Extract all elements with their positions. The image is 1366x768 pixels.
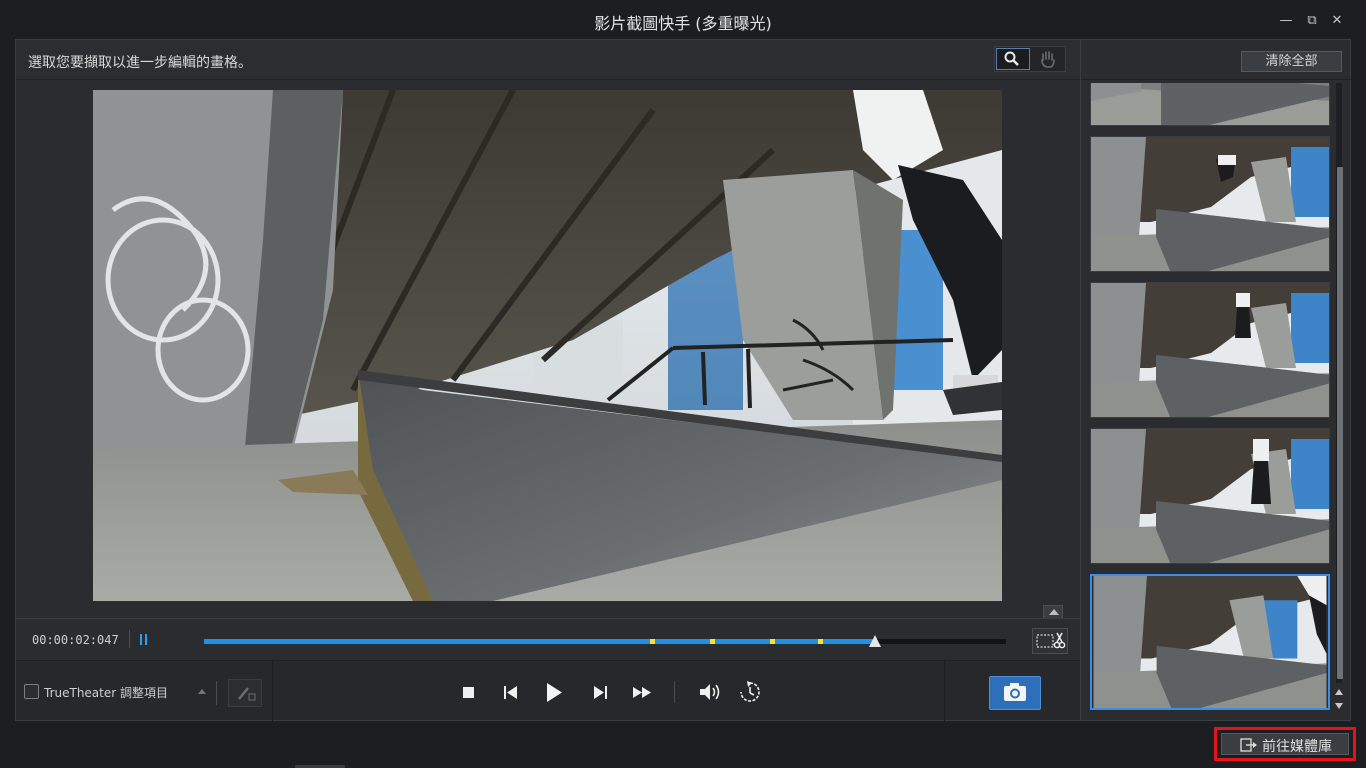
- close-icon[interactable]: ✕: [1328, 12, 1346, 30]
- view-tool-group: [994, 46, 1066, 72]
- hand-icon[interactable]: [1032, 48, 1066, 70]
- captured-frames-header: 清除全部: [1081, 40, 1351, 80]
- truetheater-checkbox[interactable]: [24, 684, 39, 699]
- frame-thumbnail[interactable]: [1090, 428, 1330, 564]
- timeline-marker[interactable]: [817, 639, 823, 644]
- clear-all-button[interactable]: 清除全部: [1241, 51, 1342, 72]
- window-title: 影片截圖快手 (多重曝光): [594, 14, 772, 33]
- timecode: 00:00:02:047: [32, 633, 119, 647]
- split-scene-button[interactable]: [1032, 628, 1068, 654]
- hint-bar: 選取您要擷取以進一步編輯的畫格。: [16, 40, 1080, 80]
- thumbnail-list: [1089, 83, 1331, 717]
- play-icon[interactable]: [541, 679, 567, 705]
- rotate-icon[interactable]: [737, 679, 763, 705]
- volume-icon[interactable]: [697, 679, 723, 705]
- truetheater-label: TrueTheater 調整項目: [44, 686, 168, 700]
- timeline-marker[interactable]: [769, 639, 775, 644]
- scroll-down-icon[interactable]: [1335, 703, 1343, 709]
- collapse-button[interactable]: [1043, 605, 1063, 619]
- fast-forward-icon[interactable]: [630, 679, 656, 705]
- frame-thumbnail-selected[interactable]: [1090, 574, 1330, 710]
- controls-row: TrueTheater 調整項目: [16, 660, 1080, 721]
- restore-icon[interactable]: ⧉: [1303, 12, 1321, 30]
- timeline-track[interactable]: [204, 639, 1006, 644]
- scroll-up-icon[interactable]: [1335, 689, 1343, 695]
- edit-pen-button[interactable]: [228, 679, 262, 707]
- go-to-library-button[interactable]: 前往媒體庫: [1214, 727, 1356, 761]
- video-preview[interactable]: [93, 90, 1002, 601]
- scrollbar-track[interactable]: [1336, 83, 1343, 683]
- timeline-marker[interactable]: [650, 639, 656, 644]
- truetheater-divider: [216, 681, 217, 705]
- minimize-icon[interactable]: —: [1277, 12, 1295, 30]
- go-to-library-label: 前往媒體庫: [1262, 739, 1332, 755]
- stop-icon[interactable]: [456, 679, 482, 705]
- timeline-marker[interactable]: [709, 639, 715, 644]
- controls-divider: [674, 681, 675, 703]
- expand-up-icon[interactable]: [198, 689, 206, 694]
- timecode-divider: [129, 630, 130, 648]
- thumbnail-scrollbar[interactable]: [1334, 83, 1344, 715]
- next-frame-icon[interactable]: [587, 679, 613, 705]
- playhead-handle[interactable]: [869, 635, 882, 647]
- frame-thumbnail[interactable]: [1090, 136, 1330, 272]
- app-window: 影片截圖快手 (多重曝光) — ⧉ ✕ 選取您要擷取以進一步編輯的畫格。 00:…: [0, 0, 1366, 768]
- previous-frame-icon[interactable]: [498, 679, 524, 705]
- hint-text: 選取您要擷取以進一步編輯的畫格。: [28, 55, 252, 71]
- title-bar: 影片截圖快手 (多重曝光) — ⧉ ✕: [0, 0, 1366, 38]
- main-panel: 選取您要擷取以進一步編輯的畫格。 00:00:02:047 TrueTheate…: [15, 39, 1081, 721]
- snapshot-area: [944, 661, 1080, 721]
- truetheater-area: TrueTheater 調整項目: [16, 661, 273, 721]
- zoom-icon[interactable]: [996, 48, 1030, 70]
- captured-frames-panel: 清除全部: [1081, 39, 1351, 721]
- scrollbar-thumb[interactable]: [1337, 167, 1343, 679]
- frame-thumbnail[interactable]: [1090, 282, 1330, 418]
- go-to-library-inner[interactable]: 前往媒體庫: [1221, 733, 1349, 755]
- timeline-row: 00:00:02:047: [16, 618, 1080, 660]
- pause-icon[interactable]: [140, 634, 149, 645]
- frame-thumbnail[interactable]: [1090, 83, 1330, 126]
- camera-icon[interactable]: [989, 676, 1041, 710]
